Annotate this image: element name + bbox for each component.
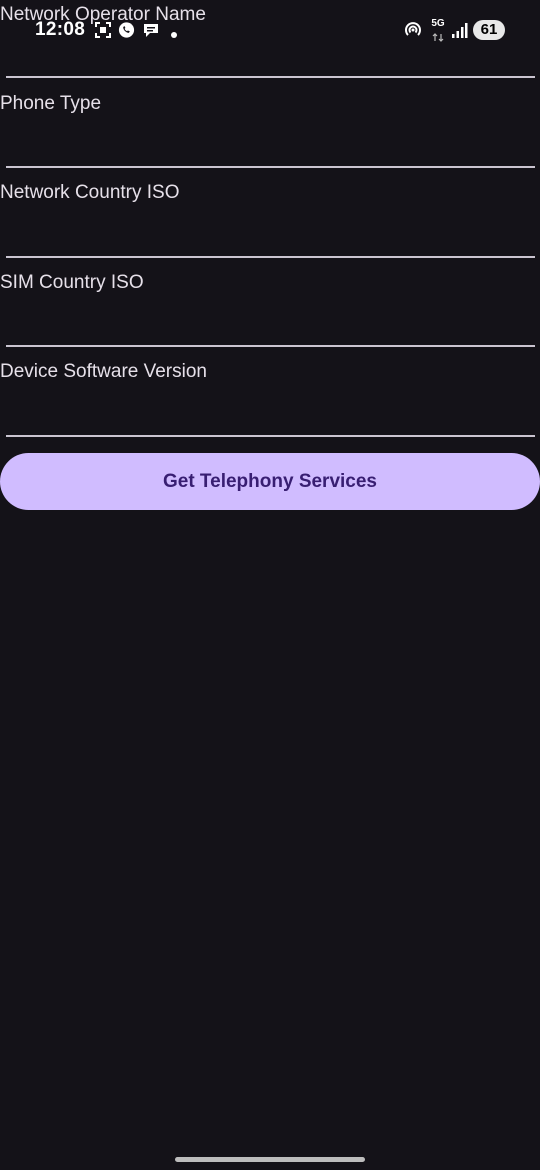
field-underline	[6, 166, 535, 168]
field-network-country-iso[interactable]: Network Country ISO	[0, 182, 540, 258]
field-underline	[6, 345, 535, 347]
field-label: Phone Type	[0, 93, 102, 114]
field-network-operator-name[interactable]: Network Operator Name	[0, 4, 540, 80]
field-label: Device Software Version	[0, 361, 207, 382]
field-device-software-version[interactable]: Device Software Version	[0, 361, 540, 437]
field-label: Network Country ISO	[0, 182, 180, 203]
field-label: Network Operator Name	[0, 4, 206, 25]
field-phone-type[interactable]: Phone Type	[0, 93, 540, 169]
field-underline	[6, 76, 535, 78]
navigation-handle[interactable]	[175, 1157, 365, 1162]
get-telephony-services-button[interactable]: Get Telephony Services	[0, 453, 540, 510]
field-sim-country-iso[interactable]: SIM Country ISO	[0, 272, 540, 348]
field-underline	[6, 256, 535, 258]
field-underline	[6, 435, 535, 437]
field-label: SIM Country ISO	[0, 272, 144, 293]
